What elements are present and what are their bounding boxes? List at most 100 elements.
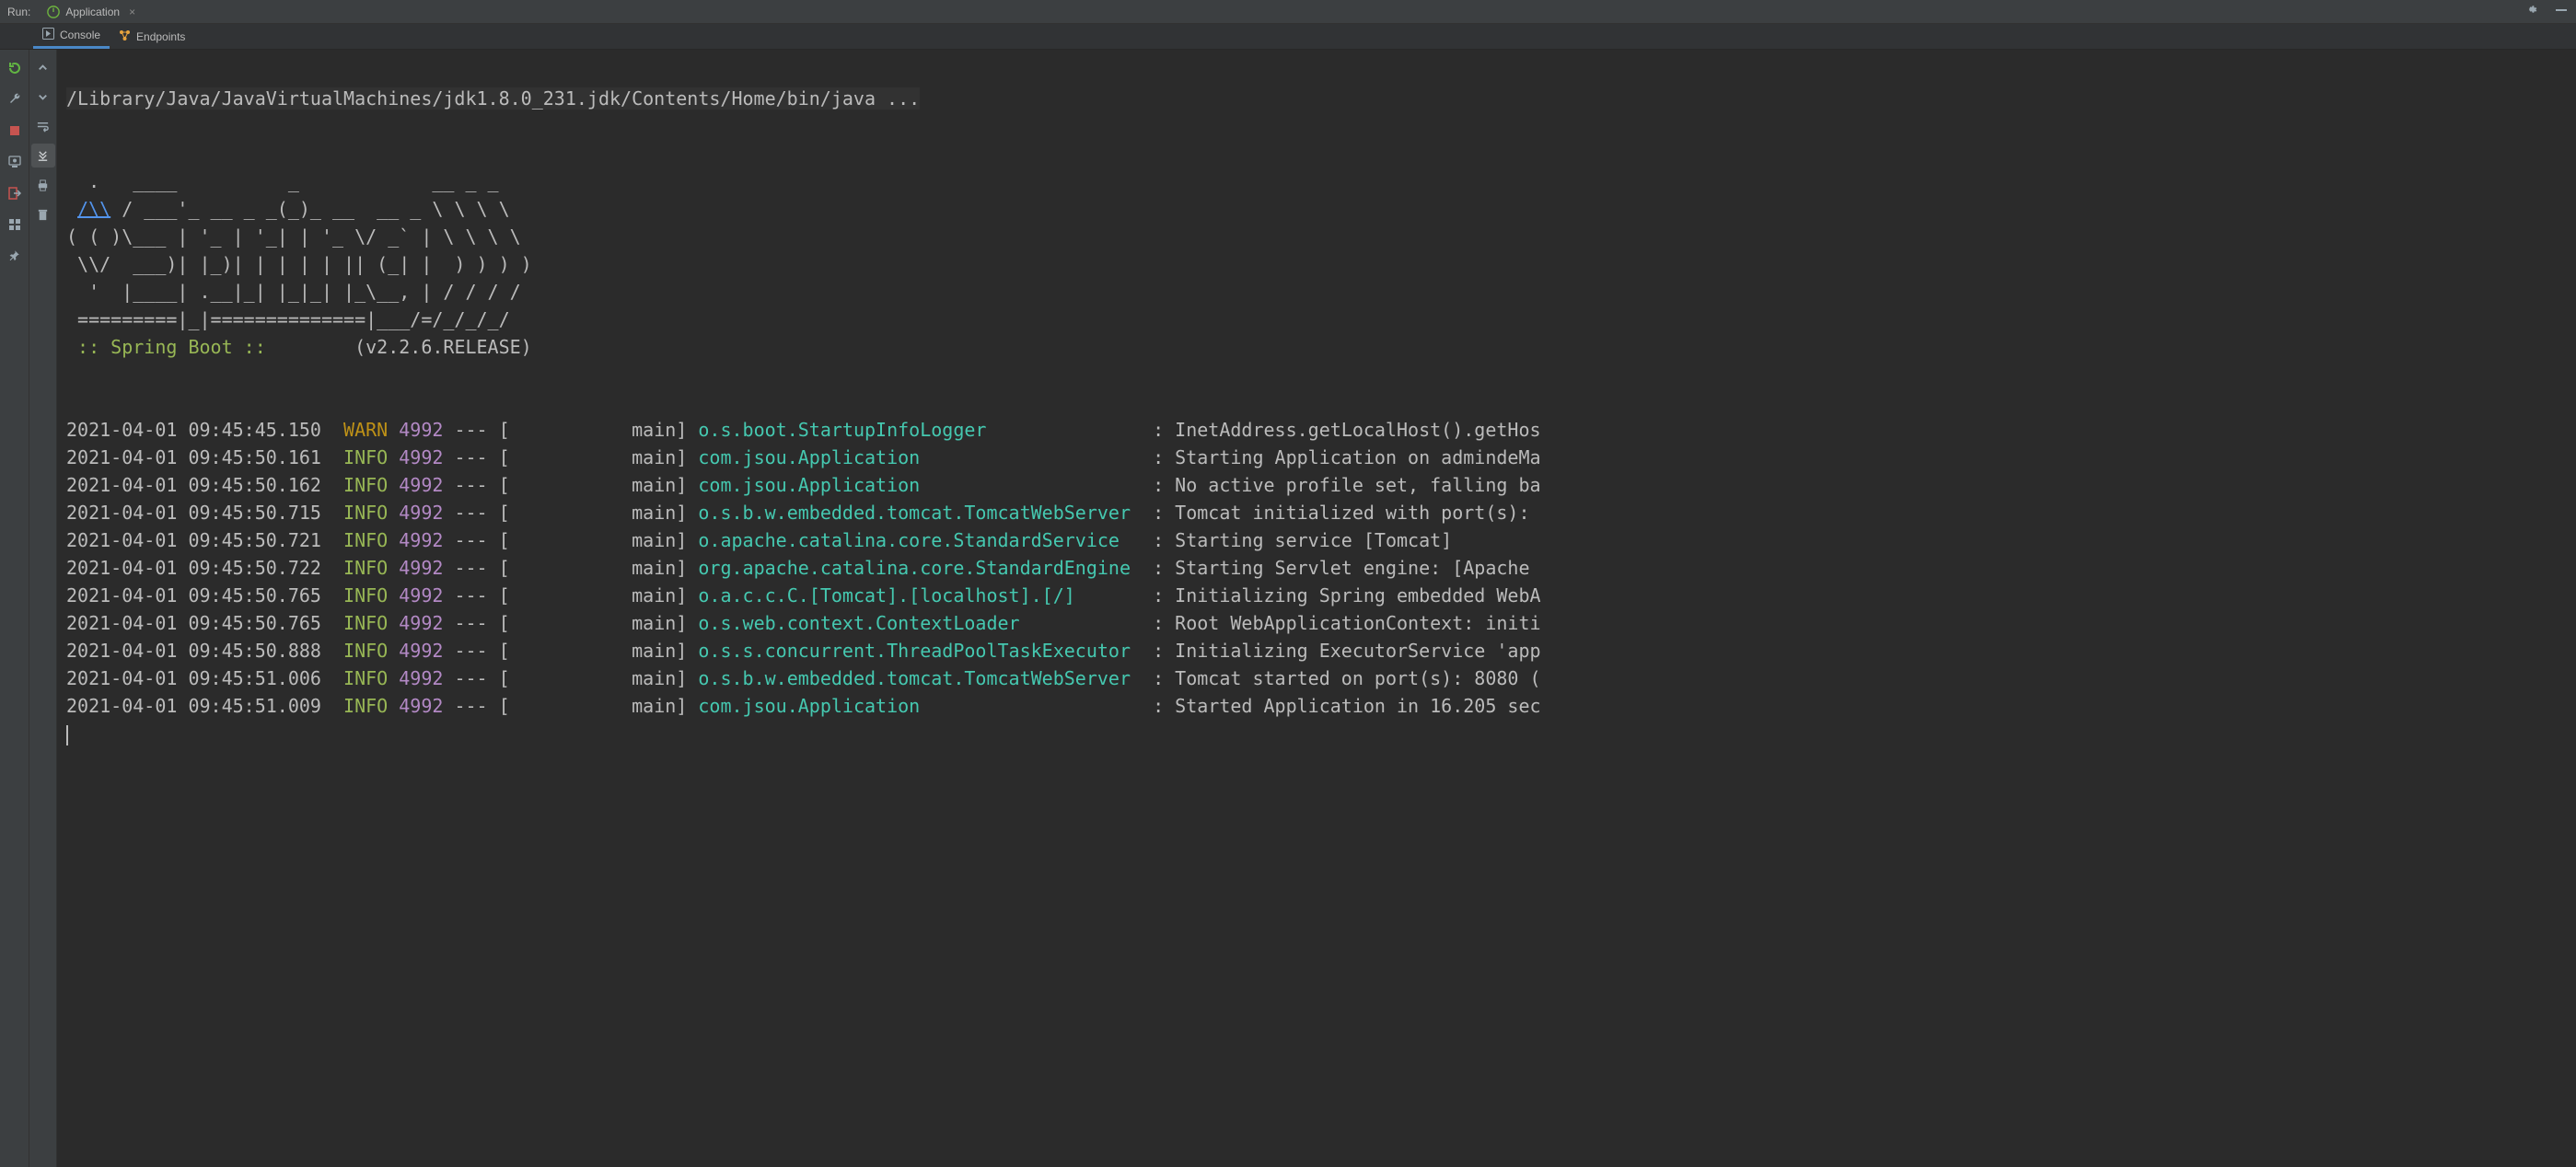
log-message: Starting Servlet engine: [Apache [1175,557,1540,579]
banner-line-2-pre [66,198,77,220]
console-icon [42,28,54,42]
log-pid: 4992 [399,612,443,634]
log-pid: 4992 [399,640,443,662]
log-colon: : [1131,667,1175,689]
log-timestamp: 2021-04-01 09:45:50.721 [66,529,321,551]
layout-button[interactable] [2,212,28,237]
run-toolbar-left [0,50,29,1167]
spring-boot-icon [47,6,60,18]
log-message: Tomcat started on port(s): 8080 ( [1175,667,1540,689]
log-classname: o.s.b.w.embedded.tomcat.TomcatWebServer [698,667,1131,689]
log-pid: 4992 [399,667,443,689]
log-message: Starting service [Tomcat] [1175,529,1452,551]
spring-boot-label: :: Spring Boot :: [66,336,277,358]
log-timestamp: 2021-04-01 09:45:50.722 [66,557,321,579]
close-tab-icon[interactable]: × [129,6,135,18]
main-area: /Library/Java/JavaVirtualMachines/jdk1.8… [0,50,2576,1167]
down-stack-icon[interactable] [31,85,55,109]
log-timestamp: 2021-04-01 09:45:50.715 [66,502,321,524]
minimize-icon[interactable] [2554,3,2569,20]
log-level: INFO [343,446,388,468]
tab-console[interactable]: Console [33,24,110,49]
banner-line-1: . ____ _ __ _ _ [66,170,499,192]
exit-button[interactable] [2,180,28,206]
banner-link[interactable]: /\\ [77,198,110,220]
log-classname: org.apache.catalina.core.StandardEngine [698,557,1131,579]
log-classname: o.a.c.c.C.[Tomcat].[localhost].[/] [698,584,1108,607]
dump-threads-button[interactable] [2,149,28,175]
log-level: INFO [343,695,388,717]
text-cursor [66,725,68,745]
log-level: INFO [343,529,388,551]
log-pid: 4992 [399,557,443,579]
log-level: INFO [343,584,388,607]
log-colon: : [1120,474,1175,496]
sub-tabs-bar: Console Endpoints [0,24,2576,50]
log-pid: 4992 [399,474,443,496]
log-separator: --- [ main] [443,557,698,579]
log-pid: 4992 [399,529,443,551]
log-classname: com.jsou.Application [698,446,1120,468]
log-level: INFO [343,502,388,524]
log-separator: --- [ main] [443,446,698,468]
banner-line-2-post: / ___'_ __ _ _(_)_ __ __ _ \ \ \ \ [110,198,509,220]
log-timestamp: 2021-04-01 09:45:51.009 [66,695,321,717]
console-toolbar [29,50,57,1167]
log-message: InetAddress.getLocalHost().getHos [1175,419,1540,441]
log-line: 2021-04-01 09:45:45.150 WARN 4992 --- [ … [66,416,2567,444]
banner-line-5: ' |____| .__|_| |_|_| |_\__, | / / / / [66,281,521,303]
log-separator: --- [ main] [443,640,698,662]
log-pid: 4992 [399,502,443,524]
log-level: INFO [343,667,388,689]
pin-button[interactable] [2,243,28,269]
java-command-line: /Library/Java/JavaVirtualMachines/jdk1.8… [66,87,920,110]
tab-endpoints[interactable]: Endpoints [110,24,194,49]
print-icon[interactable] [31,173,55,197]
log-timestamp: 2021-04-01 09:45:50.765 [66,612,321,634]
log-timestamp: 2021-04-01 09:45:45.150 [66,419,321,441]
console-output[interactable]: /Library/Java/JavaVirtualMachines/jdk1.8… [57,50,2576,1167]
log-pid: 4992 [399,695,443,717]
log-classname: o.s.s.concurrent.ThreadPoolTaskExecutor [698,640,1131,662]
log-classname: o.s.web.context.ContextLoader [698,612,1120,634]
log-line: 2021-04-01 09:45:50.715 INFO 4992 --- [ … [66,499,2567,526]
log-level: WARN [343,419,388,441]
up-stack-icon[interactable] [31,55,55,79]
log-colon: : [1120,446,1175,468]
stop-button[interactable] [2,118,28,144]
log-classname: com.jsou.Application [698,695,1120,717]
log-classname: com.jsou.Application [698,474,1120,496]
clear-all-icon[interactable] [31,202,55,226]
gear-icon[interactable] [2524,3,2539,20]
log-line: 2021-04-01 09:45:51.009 INFO 4992 --- [ … [66,692,2567,720]
rerun-button[interactable] [2,55,28,81]
log-line: 2021-04-01 09:45:51.006 INFO 4992 --- [ … [66,664,2567,692]
log-separator: --- [ main] [443,474,698,496]
tab-endpoints-label: Endpoints [136,30,185,43]
run-label: Run: [7,6,30,18]
wrench-button[interactable] [2,87,28,112]
log-message: Starting Application on admindeMa [1175,446,1540,468]
log-message: Tomcat initialized with port(s): [1175,502,1540,524]
log-line: 2021-04-01 09:45:50.161 INFO 4992 --- [ … [66,444,2567,471]
log-line: 2021-04-01 09:45:50.888 INFO 4992 --- [ … [66,637,2567,664]
log-level: INFO [343,474,388,496]
banner-line-6: =========|_|==============|___/=/_/_/_/ [66,308,510,330]
spring-boot-version: (v2.2.6.RELEASE) [277,336,532,358]
log-separator: --- [ main] [443,584,698,607]
log-colon: : [1120,695,1175,717]
log-timestamp: 2021-04-01 09:45:50.161 [66,446,321,468]
endpoints-icon [119,29,131,44]
scroll-to-end-icon[interactable] [31,144,55,168]
tab-console-label: Console [60,29,100,41]
log-separator: --- [ main] [443,529,698,551]
log-colon: : [1131,502,1175,524]
run-config-name: Application [65,6,120,18]
log-colon: : [1131,557,1175,579]
soft-wrap-icon[interactable] [31,114,55,138]
log-pid: 4992 [399,419,443,441]
log-colon: : [1131,640,1175,662]
run-tool-window-header: Run: Application × [0,0,2576,24]
run-config-tab[interactable]: Application × [41,6,141,18]
log-pid: 4992 [399,584,443,607]
